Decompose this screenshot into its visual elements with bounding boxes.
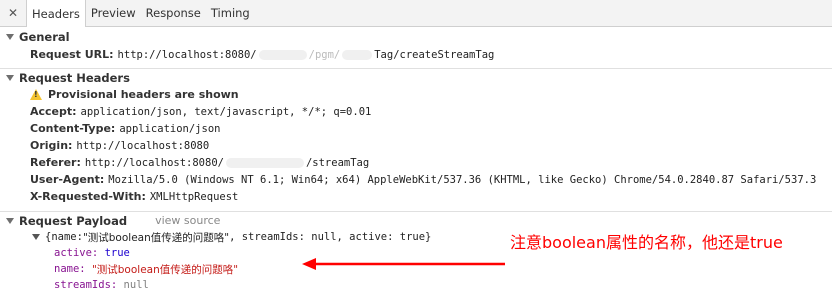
referer-value: http://localhost:8080/ /streamTag: [85, 157, 369, 169]
payload-streamids-value: null: [123, 279, 149, 291]
devtools-network-panel: ✕ Headers Preview Response Timing Genera…: [0, 0, 832, 305]
x-requested-with-value: XMLHttpRequest: [149, 190, 239, 203]
close-icon[interactable]: ✕: [0, 0, 26, 26]
origin-key: Origin:: [30, 139, 73, 152]
request-payload-header[interactable]: Request Payload view source: [0, 211, 832, 229]
accept-row: Accept: application/json, text/javascrip…: [0, 103, 832, 120]
payload-streamids-key: streamIds:: [54, 279, 118, 291]
request-headers-title: Request Headers: [19, 70, 130, 85]
referer-row: Referer: http://localhost:8080/ /streamTa…: [0, 154, 832, 171]
payload-active-key: active:: [54, 247, 99, 259]
general-header[interactable]: General: [0, 28, 832, 46]
payload-summary-rest: , streamIds: null, active: true}: [229, 231, 432, 243]
expand-triangle-icon: [6, 217, 14, 224]
payload-summary-open: {name:: [45, 231, 83, 243]
user-agent-value: Mozilla/5.0 (Windows NT 6.1; Win64; x64)…: [108, 173, 817, 186]
tab-timing[interactable]: Timing: [206, 0, 255, 26]
request-url-value: http://localhost:8080/ /pgm/Tag/createStr…: [118, 49, 495, 61]
expand-triangle-icon: [6, 34, 14, 40]
request-url-pre: http://localhost:8080/: [117, 48, 257, 61]
redacted-blur: [258, 49, 307, 60]
origin-row: Origin: http://localhost:8080: [0, 137, 832, 154]
annotation-arrow-icon: [302, 258, 505, 270]
general-section: General Request URL: http://localhost:80…: [0, 28, 832, 63]
request-url-post: Tag/createStreamTag: [374, 48, 495, 61]
user-agent-key: User-Agent:: [30, 173, 105, 186]
x-requested-with-key: X-Requested-With:: [30, 190, 146, 203]
request-url-key: Request URL:: [30, 48, 114, 61]
accept-value: application/json, text/javascript, */*; …: [80, 105, 372, 118]
warning-icon: [30, 89, 42, 100]
payload-name-key: name:: [54, 263, 86, 275]
referer-pre: http://localhost:8080/: [84, 156, 224, 169]
tab-preview[interactable]: Preview: [86, 0, 141, 26]
payload-name-value: "测试boolean值传递的问题咯": [91, 263, 239, 276]
request-url-mid: /pgm/: [308, 48, 341, 61]
request-headers-section: Request Headers Provisional headers are …: [0, 68, 832, 205]
redacted-blur: [225, 157, 304, 168]
annotation-text: 注意boolean属性的名称，他还是true: [510, 233, 783, 252]
expand-triangle-icon: [6, 74, 14, 81]
content-type-value: application/json: [119, 122, 221, 135]
referer-post: /streamTag: [305, 156, 370, 169]
origin-value: http://localhost:8080: [76, 139, 210, 152]
view-source-link[interactable]: view source: [155, 214, 220, 227]
request-payload-title: Request Payload: [19, 213, 128, 228]
general-title: General: [19, 30, 70, 44]
payload-summary-name: "测试boolean值传递的问题咯": [82, 231, 230, 244]
x-requested-with-row: X-Requested-With: XMLHttpRequest: [0, 188, 832, 205]
payload-active-value: true: [104, 247, 130, 259]
request-headers-header[interactable]: Request Headers: [0, 68, 832, 86]
provisional-warning-text: Provisional headers are shown: [48, 88, 239, 101]
content-type-row: Content-Type: application/json: [0, 120, 832, 137]
redacted-blur: [342, 49, 373, 60]
user-agent-row: User-Agent: Mozilla/5.0 (Windows NT 6.1;…: [0, 171, 832, 188]
tab-headers[interactable]: Headers: [26, 0, 86, 27]
tab-response[interactable]: Response: [141, 0, 206, 26]
content-type-key: Content-Type:: [30, 122, 116, 135]
expand-triangle-icon[interactable]: [32, 234, 40, 240]
referer-key: Referer:: [30, 156, 81, 169]
provisional-warning-row: Provisional headers are shown: [0, 86, 832, 103]
tab-bar: ✕ Headers Preview Response Timing: [0, 0, 832, 27]
request-url-row: Request URL: http://localhost:8080/ /pgm/…: [0, 46, 832, 63]
payload-streamids-row: streamIds: null: [0, 277, 832, 293]
accept-key: Accept:: [30, 105, 77, 118]
